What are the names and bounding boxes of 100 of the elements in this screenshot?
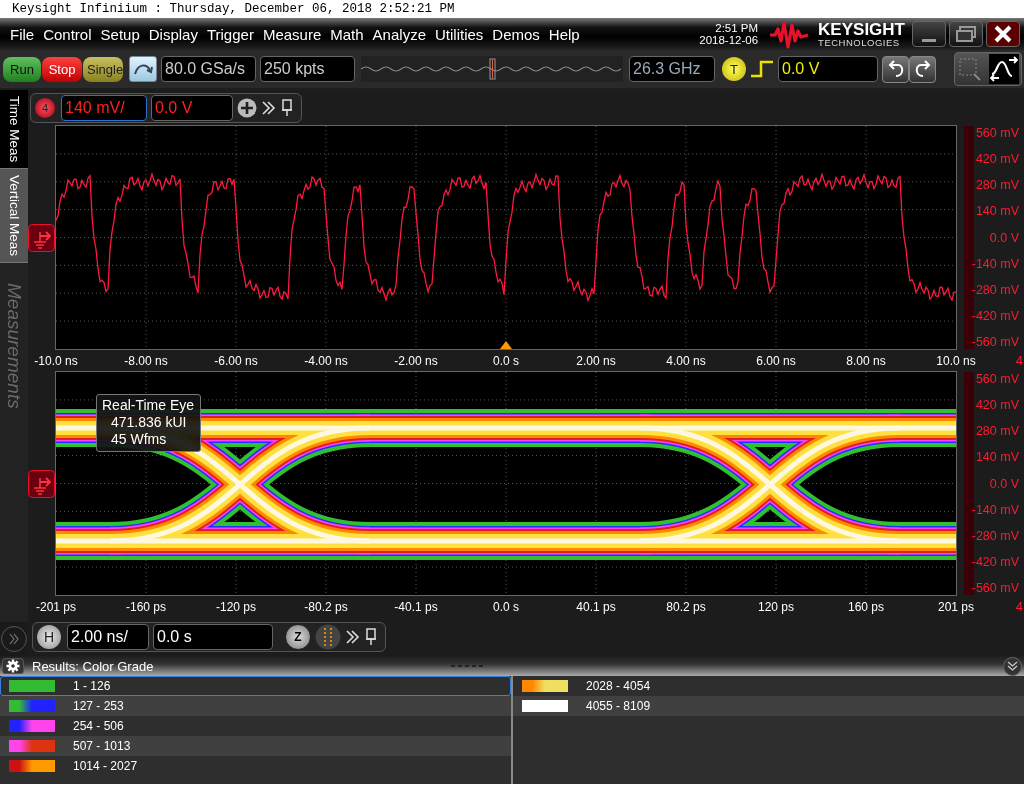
ground-marker-icon[interactable]: [28, 469, 55, 498]
count-range: 127 - 253: [73, 699, 124, 713]
x-axis-label: -80.2 ps: [303, 599, 349, 614]
x-axis-label: -120 ps: [215, 599, 257, 614]
logo-wave-icon: [769, 19, 810, 49]
color-grade-row[interactable]: 2028 - 4054: [513, 676, 1024, 696]
side-tab[interactable]: Time Meas: [0, 90, 28, 170]
pin-icon[interactable]: [365, 628, 377, 646]
panel-title: Measurements: [3, 283, 25, 409]
close-icon: [994, 25, 1012, 43]
acquisition-button[interactable]: Run: [3, 56, 41, 82]
x-axis-label: 120 ps: [757, 599, 795, 614]
ground-marker-icon[interactable]: [28, 223, 55, 252]
menu-item[interactable]: Demos: [492, 25, 540, 43]
x-axis-label: -40.1 ps: [393, 599, 439, 614]
zoom-button[interactable]: Z: [285, 624, 311, 650]
x-axis-label: -6.00 ns: [213, 353, 259, 368]
menu-item[interactable]: Display: [148, 25, 198, 43]
restore-button[interactable]: [949, 21, 983, 47]
y-axis-label: 420 mV: [975, 152, 1020, 167]
menu-item[interactable]: Math: [330, 25, 364, 43]
x-axis-label: 2.00 ns: [575, 353, 617, 368]
count-range: 2028 - 4054: [586, 679, 651, 693]
logo-subtitle: TECHNOLOGIES: [818, 37, 901, 48]
memory-depth-field[interactable]: 250 kpts: [260, 56, 355, 82]
side-tab[interactable]: Vertical Meas: [0, 169, 28, 264]
menu-item[interactable]: Trigger: [206, 25, 254, 43]
menu-item[interactable]: Help: [548, 25, 580, 43]
expand-button[interactable]: [1, 626, 27, 652]
collapse-icon[interactable]: [1003, 656, 1022, 676]
minimize-button[interactable]: [912, 21, 946, 47]
channel-number: 4: [1015, 353, 1023, 368]
count-range: 4055 - 8109: [586, 699, 651, 713]
time-scale-field[interactable]: 2.00 ns/: [67, 624, 149, 650]
window-title: Keysight Infiniium : Thursday, December 06, 2018 2:52:21 PM: [12, 2, 455, 16]
double-chevron-icon[interactable]: [345, 629, 361, 645]
x-axis-label: 40.1 ps: [575, 599, 617, 614]
x-axis-label: 201 ps: [937, 599, 975, 614]
color-grade-row[interactable]: 1014 - 2027: [0, 756, 511, 776]
pin-icon[interactable]: [281, 99, 293, 117]
count-range: 507 - 1013: [73, 739, 131, 753]
waveform-arrows-icon[interactable]: [989, 54, 1019, 84]
y-axis-label: 560 mV: [975, 126, 1020, 140]
eye-diagram-plot[interactable]: [56, 372, 956, 595]
trigger-badge[interactable]: T: [722, 57, 746, 81]
y-axis-label: 420 mV: [975, 398, 1020, 413]
x-axis-label: -8.00 ns: [123, 353, 169, 368]
settings-button[interactable]: [2, 658, 24, 674]
grip-icon[interactable]: [451, 664, 484, 668]
bandwidth-field[interactable]: 26.3 GHz: [629, 56, 715, 82]
color-grade-row[interactable]: 1 - 126: [0, 676, 511, 696]
sample-rate-field[interactable]: 80.0 GSa/s: [161, 56, 256, 82]
x-axis-label: 160 ps: [847, 599, 885, 614]
eye-info-line: Real-Time Eye: [102, 397, 195, 414]
color-grade-row[interactable]: 507 - 1013: [0, 736, 511, 756]
acquisition-button[interactable]: Stop: [42, 56, 82, 82]
marker-dial-icon[interactable]: [315, 624, 341, 650]
horizontal-badge[interactable]: H: [37, 625, 61, 649]
x-axis-label: 80.2 ps: [665, 599, 707, 614]
time-position-field[interactable]: 0.0 s: [153, 624, 273, 650]
trigger-level-field[interactable]: 0.0 V: [778, 56, 878, 82]
menu-item[interactable]: File: [10, 25, 35, 43]
y-axis-label: -280 mV: [971, 282, 1020, 297]
y-axis-label: 140 mV: [975, 204, 1020, 219]
color-grade-row[interactable]: 254 - 506: [0, 716, 511, 736]
clock-date: 2018-12-06: [699, 34, 759, 46]
memory-overview-drawing[interactable]: [361, 56, 623, 82]
add-icon[interactable]: [237, 98, 257, 118]
menu-item[interactable]: Setup: [100, 25, 140, 43]
x-axis-label: 6.00 ns: [755, 353, 797, 368]
vertical-offset-field[interactable]: 0.0 V: [151, 95, 233, 121]
acquisition-button[interactable]: Single: [83, 56, 123, 82]
undo-button[interactable]: [882, 55, 909, 83]
x-axis-label: 0.0 s: [492, 353, 520, 368]
count-range: 1014 - 2027: [73, 759, 138, 773]
y-axis-label: -280 mV: [971, 528, 1020, 543]
close-button[interactable]: [986, 21, 1020, 47]
vertical-scale-field[interactable]: 140 mV/: [61, 95, 147, 121]
y-axis-label: -560 mV: [971, 335, 1020, 349]
color-grade-row[interactable]: 127 - 253: [0, 696, 511, 716]
menu-item[interactable]: Control: [43, 25, 92, 43]
menu-item[interactable]: Utilities: [435, 25, 484, 43]
count-range: 1 - 126: [73, 679, 111, 693]
y-axis-label: 0.0 V: [989, 476, 1020, 491]
menu-item[interactable]: Analyze: [372, 25, 426, 43]
minimize-icon: [922, 38, 936, 42]
double-chevron-icon[interactable]: [261, 100, 277, 116]
results-title: Results: Color Grade: [32, 658, 154, 674]
channel-badge[interactable]: 4: [35, 98, 55, 118]
trigger-marker-icon[interactable]: [500, 341, 512, 349]
double-chevron-icon: [8, 633, 20, 645]
clock-time: 2:51 PM: [715, 22, 759, 34]
color-grade-row[interactable]: 4055 - 8109: [513, 696, 1024, 716]
y-axis-label: 140 mV: [975, 450, 1020, 465]
menu-item[interactable]: Measure: [262, 25, 322, 43]
rising-edge-icon[interactable]: [750, 59, 774, 79]
x-axis-label: 0.0 s: [492, 599, 520, 614]
x-axis-label: -4.00 ns: [303, 353, 349, 368]
redo-button[interactable]: [909, 55, 936, 83]
autoscale-button[interactable]: [129, 56, 157, 82]
